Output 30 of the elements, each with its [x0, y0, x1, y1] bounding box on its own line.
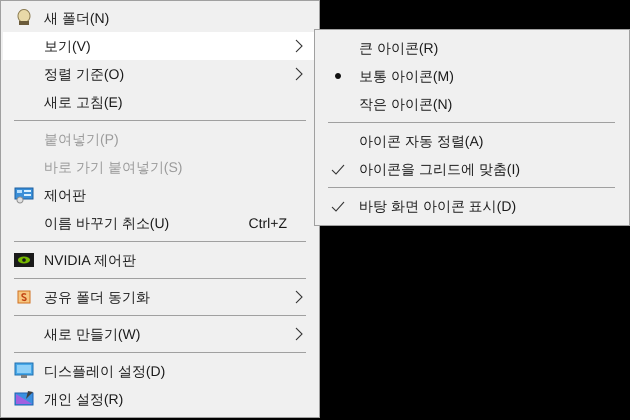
- menu-item[interactable]: NVIDIA 제어판: [3, 246, 317, 274]
- menu-item[interactable]: 공유 폴더 동기화: [3, 283, 317, 311]
- menu-item[interactable]: 아이콘을 그리드에 맞춤(I): [317, 155, 627, 183]
- bullet-icon: [335, 73, 341, 79]
- checkmark-icon: [331, 200, 345, 212]
- menu-item[interactable]: 이름 바꾸기 취소(U) Ctrl+Z: [3, 209, 317, 237]
- menu-item[interactable]: 새로 만들기(W): [3, 320, 317, 348]
- menu-item[interactable]: 개인 설정(R): [3, 385, 317, 413]
- monitor-brush-icon: [14, 390, 34, 408]
- checkmark-icon: [331, 164, 345, 174]
- s-document-icon: [16, 290, 30, 304]
- menu-item[interactable]: 아이콘 자동 정렬(A): [317, 127, 627, 155]
- menu-item[interactable]: 보통 아이콘(M): [317, 62, 627, 90]
- menu-item[interactable]: 작은 아이콘(N): [317, 90, 627, 118]
- menu-item[interactable]: 정렬 기준(O): [3, 60, 317, 88]
- bulb-icon: [14, 9, 32, 27]
- menu-item[interactable]: 바탕 화면 아이콘 표시(D): [317, 192, 627, 220]
- menu-item[interactable]: 제어판: [3, 181, 317, 209]
- menu-item[interactable]: 새 폴더(N): [3, 4, 317, 32]
- chevron-right-icon: [295, 290, 303, 304]
- control-panel-icon: [14, 186, 34, 204]
- chevron-right-icon: [295, 67, 303, 81]
- menu-item[interactable]: 보기(V): [3, 32, 317, 60]
- chevron-right-icon: [295, 327, 303, 341]
- eye-logo-icon: [14, 253, 34, 267]
- chevron-right-icon: [295, 39, 303, 53]
- menu-item[interactable]: 큰 아이콘(R): [317, 34, 627, 62]
- monitor-icon: [14, 362, 34, 380]
- menu-item[interactable]: 새로 고침(E): [3, 88, 317, 116]
- menu-item[interactable]: 디스플레이 설정(D): [3, 357, 317, 385]
